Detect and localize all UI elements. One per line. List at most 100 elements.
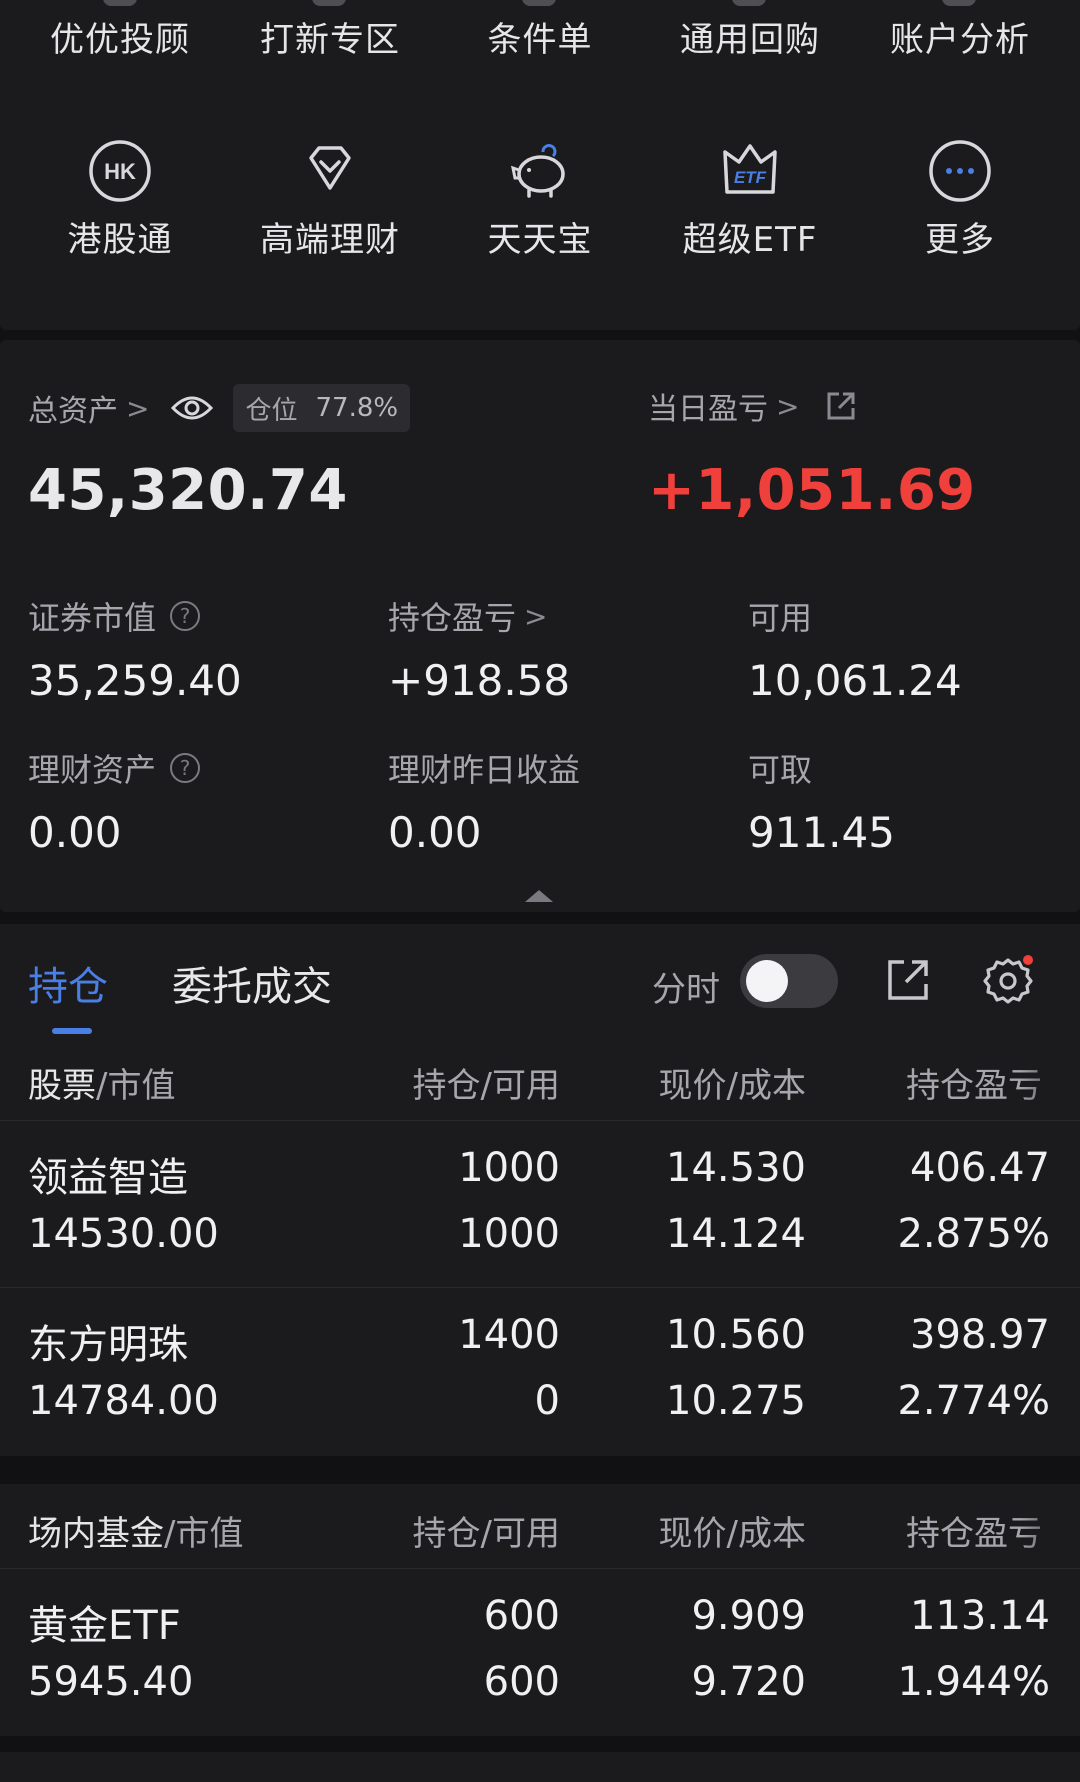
withdrawable-cell: 可取 911.45 [748, 748, 895, 857]
holding-pl-cell[interactable]: 持仓盈亏 > +918.58 [388, 596, 570, 705]
chevron-right-icon: > [524, 599, 548, 633]
shortcut-account-analysis[interactable]: 账户分析 [855, 20, 1065, 60]
shortcut-label: 港股通 [67, 220, 173, 260]
stock-price: 10.560 [666, 1312, 806, 1358]
help-icon[interactable]: ? [170, 753, 201, 783]
stock-available: 0 [534, 1378, 560, 1424]
wealth-assets-cell: 理财资产? 0.00 [28, 748, 201, 857]
shortcut-ipo[interactable]: 打新专区 [225, 20, 435, 60]
fund-available: 600 [483, 1659, 560, 1705]
shortcut-premium-wealth[interactable]: 高端理财 [225, 138, 435, 260]
fund-holding: 600 [483, 1593, 560, 1639]
share-icon[interactable] [886, 958, 930, 1002]
partial-icon [103, 0, 137, 6]
stock-holding: 1400 [458, 1312, 560, 1358]
fenshi-label: 分时 [652, 970, 720, 1010]
withdrawable-label: 可取 [748, 751, 813, 789]
daily-pl-label: 当日盈亏 [648, 392, 768, 427]
help-icon[interactable]: ? [170, 601, 201, 631]
shortcut-conditional-order[interactable]: 条件单 [435, 20, 645, 60]
funds-table: 场内基金/市值 持仓/可用 现价/成本 持仓盈亏 黄金ETF 5945.40 6… [0, 1484, 1080, 1736]
shortcut-panel: 优优投顾 打新专区 条件单 通用回购 账户分析 HK 港股通 高端理财 天天宝 … [0, 0, 1080, 330]
fenshi-toggle[interactable] [740, 954, 838, 1008]
wealth-assets-value: 0.00 [28, 808, 122, 857]
bottom-panel-edge [0, 1752, 1080, 1782]
shortcut-advisor[interactable]: 优优投顾 [15, 20, 225, 60]
stock-name: 东方明珠 [28, 1322, 188, 1368]
col-holding-header: 持仓/可用 [412, 1514, 560, 1554]
share-icon[interactable] [825, 390, 857, 422]
stock-pl: 398.97 [910, 1312, 1050, 1358]
stock-price: 14.530 [666, 1145, 806, 1191]
total-assets-header[interactable]: 总资产 > 仓位 77.8% [28, 384, 411, 432]
eye-icon[interactable] [171, 394, 214, 422]
stock-holding: 1000 [458, 1145, 560, 1191]
shortcut-super-etf[interactable]: ETF 超级ETF [645, 138, 855, 260]
etf-crown-icon: ETF [723, 144, 777, 194]
tab-orders[interactable]: 委托成交 [172, 954, 332, 1012]
holding-pl-value: +918.58 [388, 656, 571, 705]
available-value: 10,061.24 [748, 656, 962, 705]
total-assets-label: 总资产 [28, 394, 118, 429]
notification-dot [1023, 955, 1033, 965]
withdrawable-value: 911.45 [748, 808, 895, 857]
col-stock-header[interactable]: 股票/市值 [28, 1058, 175, 1107]
shortcut-label: 高端理财 [260, 220, 400, 260]
fund-cost: 9.720 [691, 1659, 806, 1705]
daily-pl-header[interactable]: 当日盈亏 > [648, 384, 857, 428]
svg-text:ETF: ETF [734, 168, 767, 187]
shortcut-label: 更多 [925, 220, 995, 260]
col-holding-header: 持仓/可用 [412, 1066, 560, 1106]
tabs-bar: 持仓 委托成交 分时 [0, 924, 1080, 1037]
shortcut-label: 超级ETF [682, 220, 818, 260]
stocks-table: 股票/市值 持仓/可用 现价/成本 持仓盈亏 领益智造 14530.00 100… [0, 1036, 1080, 1456]
shortcut-tiantianbao[interactable]: 天天宝 [435, 138, 645, 260]
partial-icon [522, 0, 556, 6]
assets-panel: 总资产 > 仓位 77.8% 45,320.74 当日盈亏 > +1,051.6… [0, 340, 1080, 912]
market-value-cell: 证券市值? 35,259.40 [28, 596, 242, 705]
fund-market-value: 5945.40 [28, 1659, 194, 1705]
col-fund-header[interactable]: 场内基金/市值 [28, 1506, 243, 1555]
col-price-header: 现价/成本 [658, 1066, 806, 1106]
chevron-right-icon: > [126, 391, 150, 425]
daily-pl-value: +1,051.69 [648, 458, 976, 523]
diamond-icon [309, 146, 351, 190]
stock-market-value: 14784.00 [28, 1378, 219, 1424]
more-icon [929, 140, 991, 202]
shortcut-label: 账户分析 [890, 20, 1030, 60]
available-label: 可用 [748, 599, 813, 637]
table-row[interactable]: 领益智造 14530.00 1000 1000 14.530 14.124 40… [0, 1120, 1080, 1287]
holding-pl-label: 持仓盈亏 [388, 599, 517, 637]
chevron-right-icon: > [776, 389, 800, 423]
position-label: 仓位 [245, 395, 298, 426]
stock-pl: 406.47 [910, 1145, 1050, 1191]
stock-market-value: 14530.00 [28, 1211, 219, 1257]
partial-icon [312, 0, 346, 6]
shortcut-hk-connect[interactable]: HK 港股通 [15, 138, 225, 260]
col-price-header: 现价/成本 [658, 1514, 806, 1554]
partial-icon [942, 0, 976, 6]
shortcut-more[interactable]: 更多 [855, 138, 1065, 260]
fund-price: 9.909 [691, 1593, 806, 1639]
fund-pl-pct: 1.944% [897, 1659, 1050, 1705]
table-row[interactable]: 黄金ETF 5945.40 600 600 9.909 9.720 113.14… [0, 1568, 1080, 1735]
settings-gear-icon[interactable] [980, 954, 1036, 1010]
collapse-arrow-icon[interactable] [525, 890, 553, 902]
tab-holdings[interactable]: 持仓 [28, 954, 108, 1012]
partial-icon [732, 0, 766, 6]
funds-table-header: 场内基金/市值 持仓/可用 现价/成本 持仓盈亏 [0, 1484, 1080, 1568]
piggy-bank-icon [511, 144, 565, 198]
wealth-yesterday-cell: 理财昨日收益 0.00 [388, 748, 580, 857]
shortcut-label: 天天宝 [487, 220, 593, 260]
market-value: 35,259.40 [28, 656, 242, 705]
header-fade [1020, 1484, 1080, 1568]
toggle-knob [746, 960, 788, 1002]
shortcut-repo[interactable]: 通用回购 [645, 20, 855, 60]
table-row[interactable]: 东方明珠 14784.00 1400 0 10.560 10.275 398.9… [0, 1287, 1080, 1454]
position-badge: 仓位 77.8% [233, 384, 411, 432]
fund-name: 黄金ETF [28, 1603, 181, 1649]
stock-cost: 10.275 [666, 1378, 806, 1424]
shortcut-row-2: HK 港股通 高端理财 天天宝 ETF 超级ETF 更多 [0, 138, 1080, 260]
wealth-yesterday-value: 0.00 [388, 808, 482, 857]
stocks-table-header: 股票/市值 持仓/可用 现价/成本 持仓盈亏 [0, 1036, 1080, 1120]
